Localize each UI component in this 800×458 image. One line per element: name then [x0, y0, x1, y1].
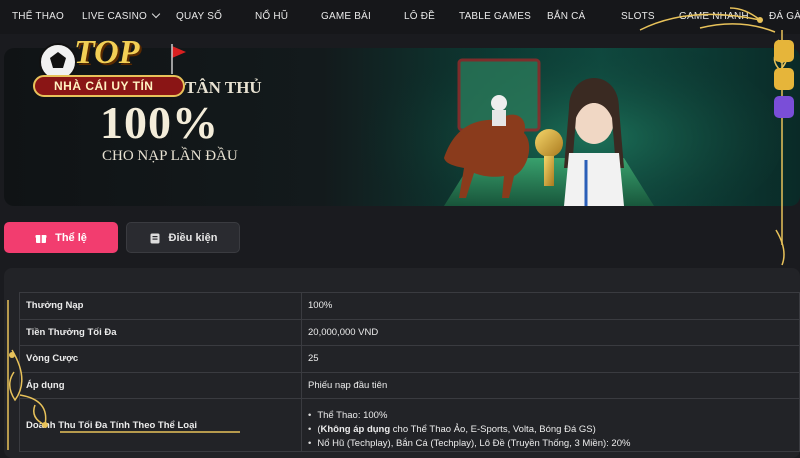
logo-top-text: TOP	[74, 34, 140, 71]
list-item-text: cho Thể Thao Ảo, E-Sports, Volta, Bóng Đ…	[390, 424, 596, 435]
nav-table-games[interactable]: TABLE GAMES	[459, 11, 531, 22]
row-value: Phiếu nạp đầu tiên	[301, 371, 800, 399]
row-label: Tiền Thưởng Tối Đa	[19, 318, 302, 346]
tab-rules-label: Thể lệ	[55, 231, 87, 244]
rules-table: Thưởng Nạp 100% Tiền Thưởng Tối Đa 20,00…	[19, 292, 800, 452]
nav-no-hu[interactable]: NỔ HŨ	[255, 11, 288, 22]
row-value: 20,000,000 VND	[301, 318, 800, 346]
clipboard-icon	[150, 233, 160, 243]
promo-percentage: 100%	[100, 97, 219, 148]
table-row: Áp dụng Phiếu nạp đầu tiên	[19, 371, 800, 399]
nav-quay-so[interactable]: QUAY SỐ	[176, 11, 222, 22]
tab-conditions[interactable]: Điều kiện	[126, 222, 240, 253]
side-floating-icons	[770, 40, 800, 140]
nav-the-thao[interactable]: THỂ THAO	[12, 11, 64, 22]
list-item: (Không áp dụng cho Thể Thao Ảo, E-Sports…	[308, 423, 793, 437]
gift-icon	[35, 234, 47, 243]
row-value: 25	[301, 345, 800, 373]
nav-live-casino[interactable]: LIVE CASINO	[82, 9, 161, 22]
list-item-text: Thể Thao: 100%	[317, 410, 388, 421]
app-icon[interactable]	[774, 68, 794, 90]
row-label: Vòng Cược	[19, 345, 302, 373]
top-navigation: THỂ THAO LIVE CASINO QUAY SỐ NỔ HŨ GAME …	[0, 0, 800, 34]
nav-game-bai[interactable]: GAME BÀI	[321, 11, 371, 22]
nav-game-nhanh[interactable]: GAME NHANH	[679, 11, 749, 22]
nav-live-casino-label: LIVE CASINO	[82, 11, 147, 22]
promo-caption: CHO NẠP LẦN ĐẦU	[102, 148, 238, 164]
row-value: Thể Thao: 100% (Không áp dụng cho Thể Th…	[301, 398, 800, 452]
list-item: Thể Thao: 100%	[308, 409, 793, 423]
list-item: Nổ Hũ (Techplay), Bắn Cá (Techplay), Lô …	[308, 437, 793, 451]
chevron-down-icon	[151, 9, 161, 19]
row-label: Áp dụng	[19, 371, 302, 399]
nav-slots[interactable]: SLOTS	[621, 11, 655, 22]
row-label: Thưởng Nạp	[19, 292, 302, 320]
table-row: Thưởng Nạp 100%	[19, 292, 800, 320]
table-row: Tiền Thưởng Tối Đa 20,000,000 VND	[19, 318, 800, 346]
row-value: 100%	[301, 292, 800, 320]
tab-rules[interactable]: Thể lệ	[4, 222, 118, 253]
tab-conditions-label: Điều kiện	[168, 231, 218, 244]
logo-tagline: NHÀ CÁI UY TÍN	[54, 79, 154, 93]
nav-da-ga[interactable]: ĐÁ GÀ	[769, 11, 800, 22]
nav-ban-ca[interactable]: BẮN CÁ	[547, 11, 585, 22]
app-icon[interactable]	[774, 96, 794, 118]
nav-lo-de[interactable]: LÔ ĐỀ	[404, 11, 435, 22]
category-list: Thể Thao: 100% (Không áp dụng cho Thể Th…	[308, 409, 793, 451]
list-item-text: Nổ Hũ (Techplay), Bắn Cá (Techplay), Lô …	[317, 438, 631, 449]
logo[interactable]: TOP NHÀ CÁI UY TÍN	[24, 30, 194, 102]
app-icon[interactable]	[774, 40, 794, 62]
row-label: Doanh Thu Tối Đa Tính Theo Thể Loại	[19, 398, 302, 452]
table-row: Vòng Cược 25	[19, 345, 800, 373]
table-row: Doanh Thu Tối Đa Tính Theo Thể Loại Thể …	[19, 398, 800, 452]
list-item-bold: Không áp dụng	[320, 424, 391, 435]
